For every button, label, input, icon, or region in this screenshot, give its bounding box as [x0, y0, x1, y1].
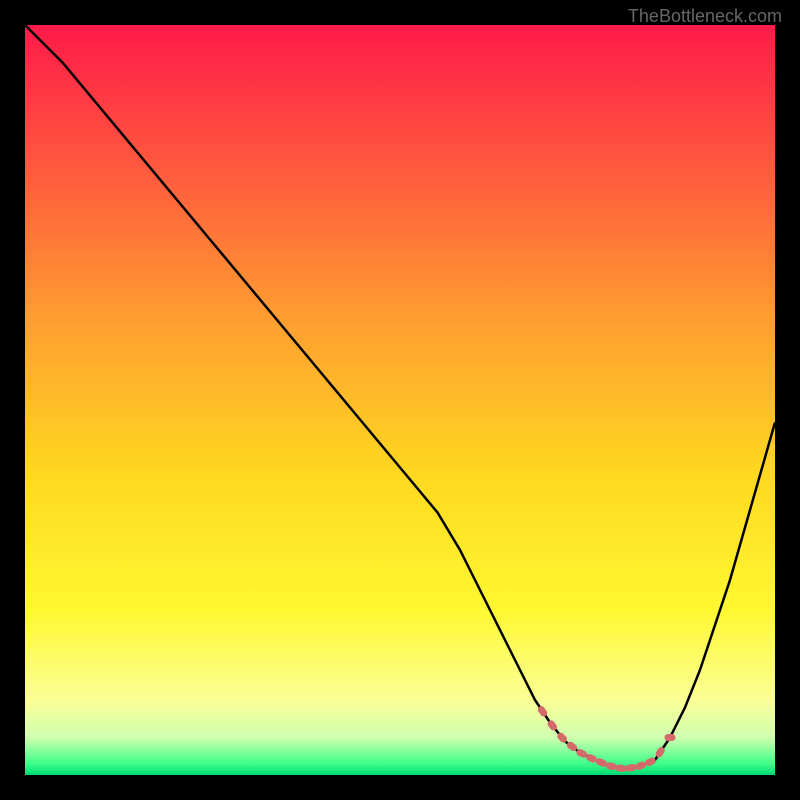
- watermark-text: TheBottleneck.com: [628, 6, 782, 27]
- chart-svg: [25, 25, 775, 775]
- chart-area: [25, 25, 775, 775]
- gradient-background: [25, 25, 775, 775]
